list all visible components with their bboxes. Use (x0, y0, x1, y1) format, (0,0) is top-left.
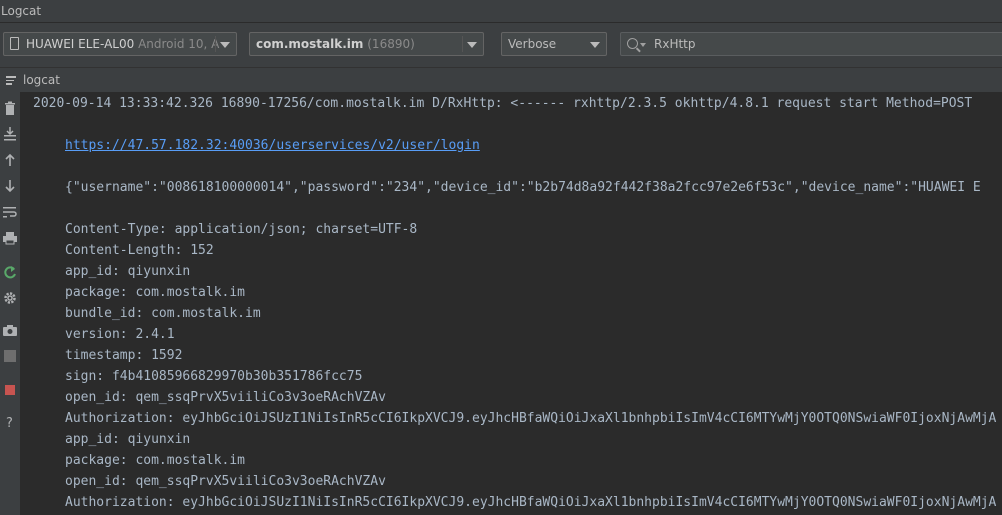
logcat-panel-header: logcat (0, 67, 1002, 93)
search-input[interactable]: RxHttp (654, 37, 696, 51)
log-line: open_id: qem_ssqPrvX5viiliCo3v3oeRAchVZA… (65, 474, 386, 489)
phone-icon (10, 37, 19, 50)
log-line: sign: f4b41085966829970b30b351786fcc75 (65, 369, 363, 384)
log-line: bundle_id: com.mostalk.im (65, 306, 261, 321)
up-arrow-icon[interactable] (2, 152, 18, 168)
device-detail: Android 10, A (138, 37, 220, 51)
chevron-down-icon (590, 42, 600, 48)
scroll-to-end-icon[interactable] (2, 126, 18, 142)
search-history-dropdown-icon[interactable] (640, 42, 646, 47)
log-level-value: Verbose (508, 37, 557, 51)
logcat-tab-label[interactable]: logcat (23, 68, 60, 92)
settings-icon[interactable] (2, 290, 18, 306)
chevron-down-icon (467, 42, 477, 48)
help-icon[interactable]: ? (2, 414, 18, 430)
search-field[interactable]: RxHttp (620, 32, 1002, 56)
screen-capture-icon[interactable] (2, 322, 18, 338)
log-level-selector[interactable]: Verbose (501, 32, 607, 56)
svg-text:?: ? (6, 416, 13, 430)
log-line: Authorization: eyJhbGciOiJSUzI1NiIsInR5c… (65, 411, 997, 426)
logcat-toolbar: HUAWEI ELE-AL00 Android 10, A com.mostal… (0, 23, 1002, 67)
log-line: timestamp: 1592 (65, 348, 183, 363)
log-line: app_id: qiyunxin (65, 432, 191, 447)
log-line: package: com.mostalk.im (65, 453, 246, 468)
process-selector[interactable]: com.mostalk.im (16890) (249, 32, 484, 56)
log-line: version: 2.4.1 (65, 327, 175, 342)
down-arrow-icon[interactable] (2, 178, 18, 194)
log-line: Content-Type: application/json; charset=… (65, 222, 418, 237)
log-line-url-link[interactable]: https://47.57.182.32:40036/userservices/… (65, 137, 480, 155)
window-title: Logcat (1, 4, 42, 18)
restart-icon[interactable] (2, 264, 18, 280)
log-line-header: 2020-09-14 13:33:42.326 16890-17256/com.… (33, 96, 973, 111)
stop-icon[interactable] (2, 382, 18, 398)
process-package: com.mostalk.im (256, 37, 364, 51)
log-line: app_id: qiyunxin (65, 264, 191, 279)
log-line: Authorization: eyJhbGciOiJSUzI1NiIsInR5c… (65, 495, 997, 510)
logcat-tab-icon (6, 76, 16, 87)
screen-record-icon[interactable] (2, 348, 18, 364)
log-line: open_id: qem_ssqPrvX5viiliCo3v3oeRAchVZA… (65, 390, 386, 405)
device-name: HUAWEI ELE-AL00 (26, 37, 135, 51)
soft-wraps-icon[interactable] (2, 204, 18, 220)
logcat-output[interactable]: 2020-09-14 13:33:42.326 16890-17256/com.… (20, 92, 1002, 515)
log-line-request-body: {"username":"008618100000014","password"… (65, 180, 981, 195)
device-selector[interactable]: HUAWEI ELE-AL00 Android 10, A (3, 32, 237, 56)
logcat-side-toolbar: ? (0, 92, 20, 515)
log-line: Content-Length: 152 (65, 243, 214, 258)
chevron-down-icon (220, 42, 230, 48)
print-icon[interactable] (2, 230, 18, 246)
search-icon (627, 38, 638, 49)
log-line: package: com.mostalk.im (65, 285, 246, 300)
process-pid: (16890) (367, 37, 415, 51)
clear-logcat-icon[interactable] (2, 100, 18, 116)
window-title-bar: Logcat (0, 0, 1002, 23)
